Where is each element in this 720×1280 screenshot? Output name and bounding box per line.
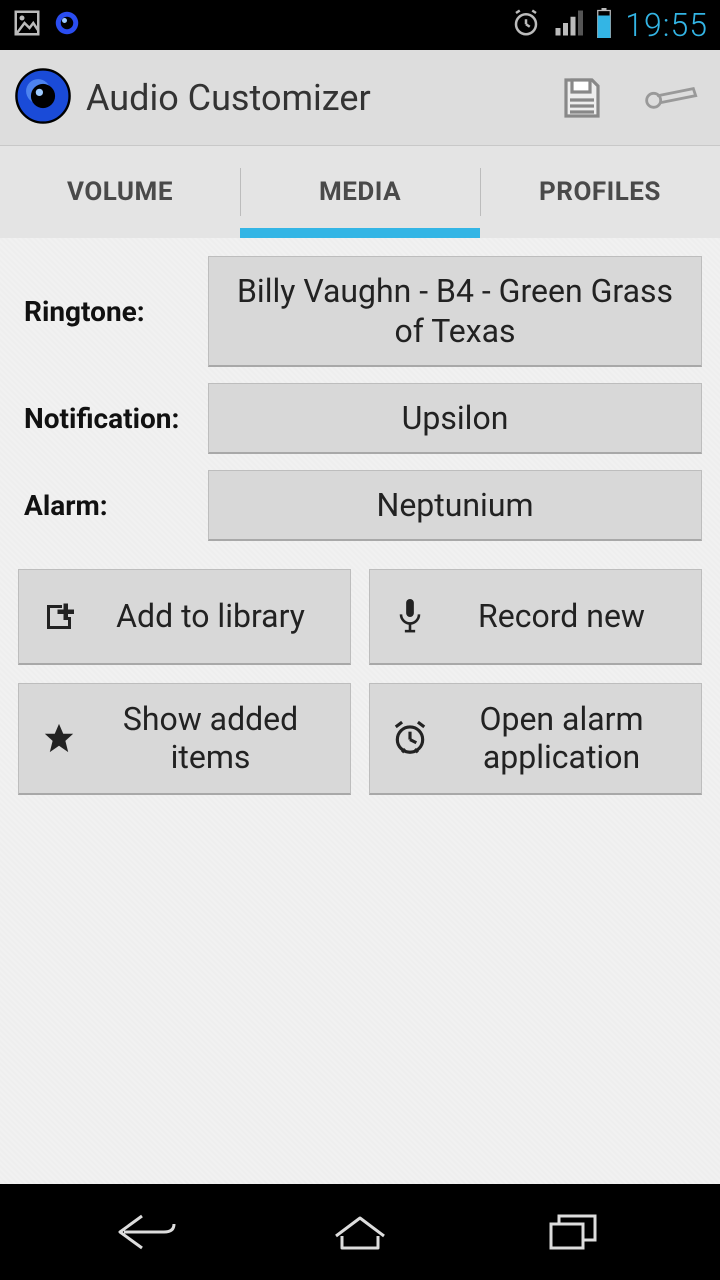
- notification-picker[interactable]: Upsilon: [208, 383, 702, 454]
- app-title: Audio Customizer: [86, 77, 371, 119]
- alarm-value: Neptunium: [376, 485, 533, 525]
- button-label: Record new: [436, 597, 687, 635]
- back-button[interactable]: [87, 1202, 207, 1262]
- home-button[interactable]: [300, 1202, 420, 1262]
- tab-volume[interactable]: VOLUME: [0, 146, 240, 238]
- battery-icon: [595, 8, 613, 42]
- alarm-status-icon: [511, 8, 541, 42]
- status-bar: 19:55: [0, 0, 720, 50]
- ringtone-picker[interactable]: Billy Vaughn - B4 - Green Grass of Texas: [208, 256, 702, 367]
- notification-label: Notification:: [18, 383, 208, 454]
- star-icon: [33, 721, 85, 755]
- app-icon: [14, 67, 72, 129]
- open-alarm-app-button[interactable]: Open alarm application: [369, 683, 702, 795]
- tab-media[interactable]: MEDIA: [240, 146, 480, 238]
- alarm-picker[interactable]: Neptunium: [208, 470, 702, 541]
- tab-profiles[interactable]: PROFILES: [480, 146, 720, 238]
- button-label: Open alarm application: [436, 700, 687, 777]
- status-time: 19:55: [625, 6, 708, 44]
- add-library-icon: [33, 599, 85, 635]
- tab-bar: VOLUME MEDIA PROFILES: [0, 146, 720, 238]
- app-notif-icon: [52, 8, 82, 42]
- microphone-icon: [384, 599, 436, 635]
- media-content: Ringtone: Billy Vaughn - B4 - Green Gras…: [0, 238, 720, 1184]
- save-button[interactable]: [550, 66, 614, 130]
- recent-apps-button[interactable]: [513, 1202, 633, 1262]
- tab-label: PROFILES: [539, 177, 661, 207]
- alarm-clock-icon: [384, 719, 436, 757]
- action-bar: Audio Customizer: [0, 50, 720, 146]
- alarm-label: Alarm:: [18, 470, 208, 541]
- settings-button[interactable]: [638, 66, 702, 130]
- signal-icon: [553, 8, 583, 42]
- notification-value: Upsilon: [402, 398, 509, 438]
- tab-label: VOLUME: [67, 177, 173, 207]
- button-label: Show added items: [85, 700, 336, 777]
- show-added-items-button[interactable]: Show added items: [18, 683, 351, 795]
- ringtone-value: Billy Vaughn - B4 - Green Grass of Texas: [229, 271, 681, 351]
- ringtone-label: Ringtone:: [18, 256, 208, 367]
- navigation-bar: [0, 1184, 720, 1280]
- record-new-button[interactable]: Record new: [369, 569, 702, 665]
- add-to-library-button[interactable]: Add to library: [18, 569, 351, 665]
- picture-notif-icon: [12, 8, 42, 42]
- button-label: Add to library: [85, 597, 336, 635]
- tab-label: MEDIA: [319, 177, 401, 207]
